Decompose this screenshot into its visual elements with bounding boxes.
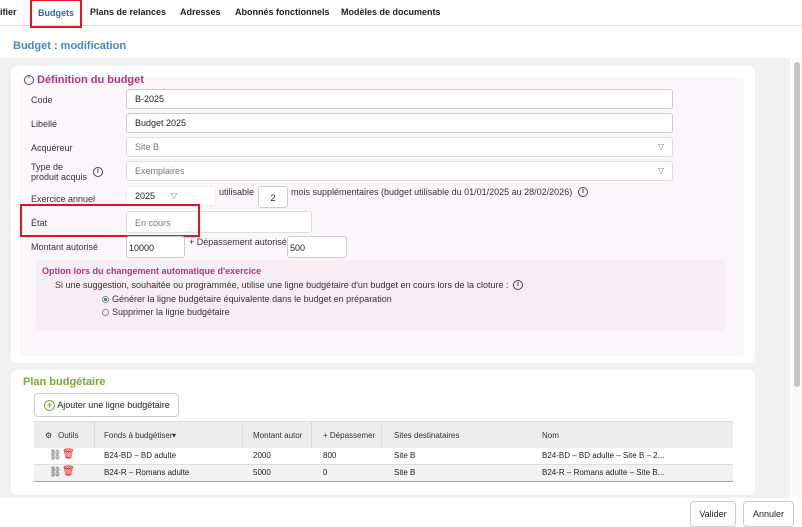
header-montant[interactable]: Montant autor [253,431,302,440]
cell-fonds: B24-BD – BD adulte [104,451,177,460]
header-nom[interactable]: Nom [542,431,559,440]
cell-nom: B24-R – Romans adulte – Site B... [542,468,665,477]
tab-bar: ifier Budgets Plans de relances Adresses… [0,0,802,28]
annuler-button[interactable]: Annuler [743,501,794,527]
info-icon[interactable]: i [513,280,523,290]
cell-fonds: B24-R – Romans adulte [104,468,190,477]
code-field[interactable]: B-2025 [126,89,673,109]
montant-field[interactable]: 10000 [126,236,185,258]
page-title: Budget : modification [13,40,127,52]
libelle-label: Libellé [31,119,58,129]
plus-circle-icon: + [44,400,55,411]
tab-plans-relances[interactable]: Plans de relances [90,0,166,26]
radio-supprimer-label: Supprimer la ligne budgétaire [112,307,230,317]
cell-sites: Site B [394,468,416,477]
cell-sites: Site B [394,451,416,460]
libelle-field[interactable]: Budget 2025 [126,113,673,133]
link-icon[interactable]: ⛓ [49,450,62,461]
table-header: ⚙ Outils Fonds à budgétiser ▾ Montant au… [34,421,733,449]
montant-label: Montant autorisé [31,242,99,252]
trash-icon[interactable]: 🗑 [62,466,75,477]
option-title: Option lors du changement automatique d'… [42,266,262,276]
type-select[interactable]: Exemplaires ▽ [126,161,673,181]
type-label-line1: Type de [31,162,64,172]
column-divider [381,422,382,449]
footer-bar [0,498,802,527]
plan-title: Plan budgétaire [23,376,106,388]
mois-field[interactable]: 2 [258,186,288,208]
link-icon[interactable]: ⛓ [49,467,62,478]
info-icon[interactable]: i [578,187,588,197]
column-divider [311,422,312,449]
acquereur-value: Site B [135,142,160,152]
tab-modeles[interactable]: Modèles de documents [341,0,441,26]
cell-nom: B24-BD – BD adulte – Site B – 2... [542,451,665,460]
type-label-line2: produit acquis [31,172,88,182]
acquereur-select[interactable]: Site B ▽ [126,137,673,157]
table-row[interactable]: ⛓ 🗑 B24-R – Romans adulte 5000 0 Site B … [34,465,733,482]
tab-identifier[interactable]: ifier [0,0,17,26]
column-divider [94,422,95,449]
valider-button[interactable]: Valider [690,501,736,527]
radio-generer-label: Générer la ligne budgétaire équivalente … [112,294,392,304]
cell-depassement: 800 [323,451,337,460]
sort-icon[interactable]: ▾ [172,431,176,440]
header-depassement[interactable]: + Dépassemer [323,431,375,440]
info-icon[interactable]: i [93,167,103,177]
exercice-label: Exercice annuel [31,194,96,204]
depassement-label: + Dépassement autorisé [189,237,287,247]
acquereur-label: Acquéreur [31,143,73,153]
column-divider [242,422,243,449]
add-line-label: Ajouter une ligne budgétaire [57,400,170,410]
cell-montant: 5000 [253,468,271,477]
highlight-box [20,204,200,237]
radio-generer[interactable] [102,296,109,303]
mois-text: mois supplémentaires (budget utilisable … [291,187,573,197]
collapse-icon[interactable]: ^ [24,75,34,85]
type-value: Exemplaires [135,166,185,176]
tab-abonnes[interactable]: Abonnés fonctionnels [235,0,330,26]
add-line-button[interactable]: + Ajouter une ligne budgétaire [34,393,179,417]
code-label: Code [31,95,53,105]
utilisable-label: utilisable [219,187,255,197]
radio-supprimer[interactable] [102,309,109,316]
gear-icon[interactable]: ⚙ [45,431,52,440]
dropdown-icon: ▽ [657,142,664,151]
tab-adresses[interactable]: Adresses [180,0,221,26]
trash-icon[interactable]: 🗑 [62,449,75,460]
cell-depassement: 0 [323,468,328,477]
cell-montant: 2000 [253,451,271,460]
depassement-field[interactable]: 500 [287,236,347,258]
scrollbar-thumb[interactable] [794,62,800,387]
header-outils: Outils [58,431,79,440]
dropdown-icon: ▽ [170,191,177,200]
definition-title: Définition du budget [37,74,144,86]
dropdown-icon: ▽ [657,166,664,175]
tab-budgets[interactable]: Budgets [30,0,82,28]
exercice-select[interactable]: 2025 ▽ [126,186,216,206]
option-text: Si une suggestion, souhaitée ou programm… [55,280,509,290]
table-row[interactable]: ⛓ 🗑 B24-BD – BD adulte 2000 800 Site B B… [34,448,733,465]
header-sites[interactable]: Sites destinataires [394,431,459,440]
exercice-value: 2025 [135,191,156,201]
header-fonds[interactable]: Fonds à budgétiser [104,431,173,440]
